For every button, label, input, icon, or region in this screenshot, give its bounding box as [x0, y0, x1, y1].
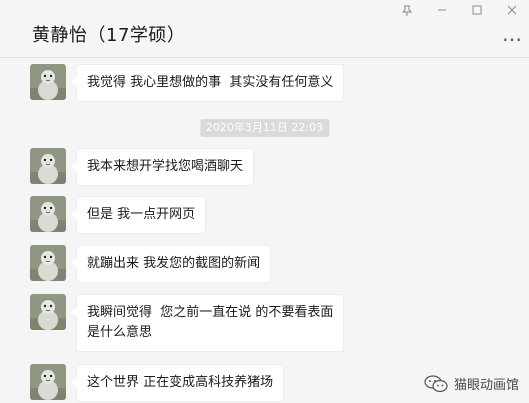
message-item: 我瞬间觉得 您之前一直在说 的不要看表面 是什么意思: [30, 294, 345, 352]
watermark-text: 猫眼动画馆: [453, 378, 519, 393]
message-item: 这个世界 正在变成高科技养猪场: [30, 364, 285, 402]
message-list[interactable]: 我觉得 我心里想做的事 其实没有任何意义 2020年3月11日 22:03 我本…: [0, 58, 529, 403]
avatar[interactable]: [30, 148, 66, 184]
message-bubble[interactable]: 我瞬间觉得 您之前一直在说 的不要看表面 是什么意思: [70, 294, 345, 352]
message-bubble[interactable]: 但是 我一点开网页: [70, 196, 207, 234]
message-bubble[interactable]: 我觉得 我心里想做的事 其实没有任何意义: [70, 64, 345, 102]
minimize-icon[interactable]: [424, 2, 459, 18]
wechat-icon: [424, 374, 448, 392]
avatar[interactable]: [30, 196, 66, 232]
window-controls: [389, 2, 529, 18]
pin-icon[interactable]: [389, 2, 424, 18]
close-icon[interactable]: [494, 2, 529, 18]
timestamp: 2020年3月11日 22:03: [199, 119, 330, 137]
message-item: 我本来想开学找您喝酒聊天: [30, 148, 255, 186]
message-item: 就蹦出来 我发您的截图的新闻: [30, 245, 272, 283]
more-options-icon[interactable]: …: [502, 22, 523, 46]
avatar[interactable]: [30, 294, 66, 330]
message-bubble[interactable]: 我本来想开学找您喝酒聊天: [70, 148, 255, 186]
message-item: 我觉得 我心里想做的事 其实没有任何意义: [30, 64, 345, 102]
avatar[interactable]: [30, 245, 66, 281]
message-bubble[interactable]: 这个世界 正在变成高科技养猪场: [70, 364, 285, 402]
watermark: 猫眼动画馆: [424, 374, 519, 393]
chat-window: 黄静怡（17学硕） … 我觉得 我心里想做的事 其实没有任何意义 2020年3月…: [0, 0, 529, 403]
chat-title: 黄静怡（17学硕）: [32, 25, 186, 46]
avatar[interactable]: [30, 364, 66, 400]
message-item: 但是 我一点开网页: [30, 196, 207, 234]
avatar[interactable]: [30, 64, 66, 100]
maximize-icon[interactable]: [459, 2, 494, 18]
message-bubble[interactable]: 就蹦出来 我发您的截图的新闻: [70, 245, 272, 283]
